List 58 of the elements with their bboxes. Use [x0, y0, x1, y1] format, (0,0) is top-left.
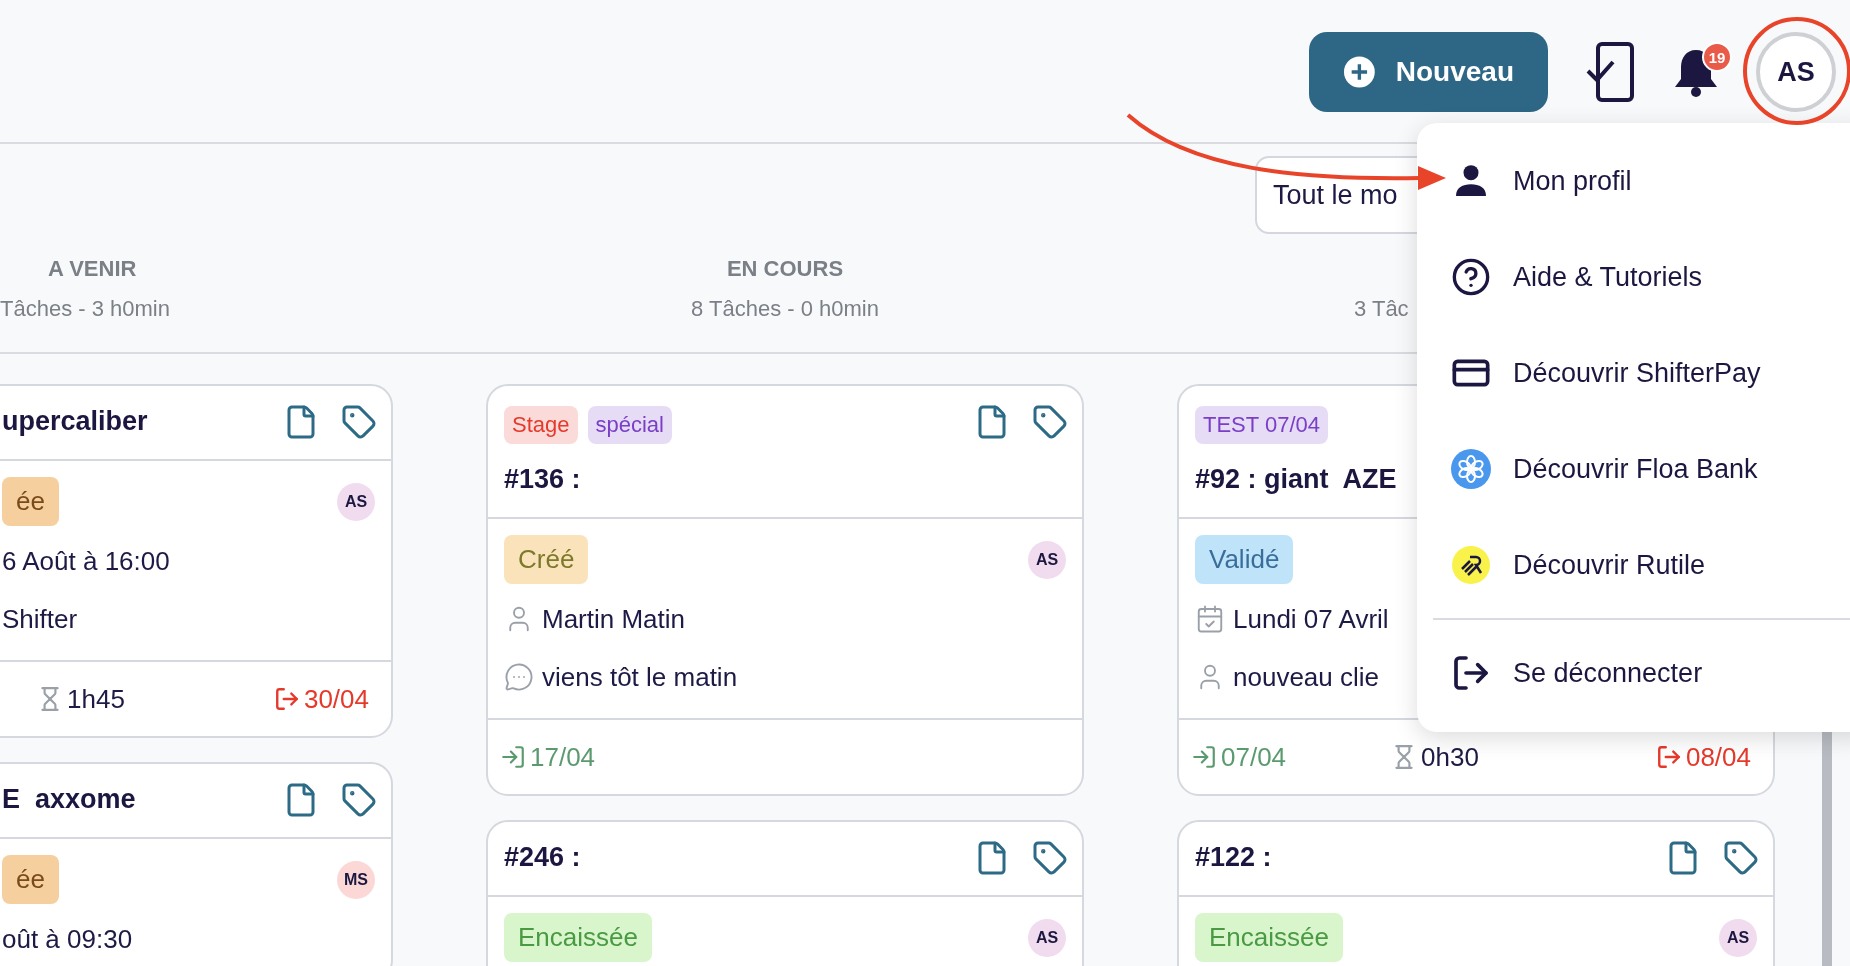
- menu-item[interactable]: Découvrir ShifterPay: [1417, 325, 1850, 421]
- notification-count: 19: [1702, 42, 1732, 72]
- assignee-avatar: MS: [337, 860, 375, 899]
- task-detail: 6 Août à 16:00: [2, 545, 170, 577]
- status-label: Créé: [504, 535, 589, 584]
- flower-icon: [1451, 449, 1491, 489]
- tag-icon[interactable]: [1032, 840, 1068, 876]
- column-title: A VENIR: [47, 256, 137, 282]
- user-avatar[interactable]: AS: [1756, 32, 1836, 112]
- task-detail: viens tôt le matin: [542, 661, 738, 693]
- task-title: #246 :: [504, 842, 581, 873]
- chat-bubble-icon: [504, 662, 534, 692]
- tag-icon[interactable]: [341, 404, 377, 440]
- start-date: 07/04: [1221, 741, 1287, 773]
- status-label: Encaissée: [1195, 913, 1343, 962]
- column-summary: Tâches - 3 h0min: [0, 296, 170, 322]
- tag-label: spécial: [587, 406, 672, 444]
- stripes-logo-icon: [1451, 545, 1491, 585]
- menu-item[interactable]: Découvrir Floa Bank: [1417, 421, 1850, 517]
- duration: 1h45: [67, 683, 125, 715]
- tag-label: TEST 07/04: [1195, 406, 1328, 444]
- task-detail: nouveau clie: [1233, 661, 1379, 693]
- task-title: #92 : giant AZE: [1195, 464, 1397, 495]
- column-title: EN COURS: [726, 256, 844, 282]
- help-icon: [1451, 257, 1491, 297]
- tag-icon[interactable]: [1032, 404, 1068, 440]
- assignee-avatar: AS: [1719, 918, 1757, 957]
- tag-label: Stage: [504, 406, 578, 444]
- assignee-avatar: AS: [337, 482, 375, 521]
- menu-item[interactable]: Découvrir Rutile: [1417, 517, 1850, 613]
- status-label: ée: [2, 855, 59, 904]
- task-title: #136 :: [504, 464, 582, 495]
- status-label: Encaissée: [504, 913, 652, 962]
- assignee-avatar: AS: [1028, 918, 1066, 957]
- column-summary: 3 Tâc: [1353, 296, 1409, 322]
- plus-icon: [1343, 55, 1376, 89]
- column-summary: 8 Tâches - 0 h0min: [691, 296, 879, 322]
- logout-icon: [1451, 653, 1491, 693]
- tag-icon[interactable]: [1723, 840, 1759, 876]
- scrollbar[interactable]: [1822, 732, 1832, 966]
- start-date: 17/04: [530, 741, 596, 773]
- status-label: ée: [2, 477, 59, 526]
- task-detail: oût à 09:30: [2, 923, 133, 955]
- status-label: Validé: [1195, 535, 1294, 584]
- end-date: 08/04: [1685, 741, 1751, 773]
- tag-icon[interactable]: [341, 782, 377, 818]
- calendar-icon: [1195, 604, 1225, 634]
- task-detail: Martin Matin: [542, 603, 686, 635]
- end-date: 30/04: [303, 683, 369, 715]
- task-detail: Shifter: [2, 603, 78, 635]
- new-button[interactable]: Nouveau: [1309, 32, 1548, 112]
- task-title: #122 :: [1195, 842, 1272, 873]
- assignee-avatar: AS: [1028, 540, 1066, 579]
- task-detail: Lundi 07 Avril: [1233, 603, 1389, 635]
- menu-item[interactable]: Se déconnecter: [1417, 625, 1850, 721]
- task-title: upercaliber: [2, 406, 148, 437]
- duration: 0h30: [1421, 741, 1479, 773]
- task-title: E axxome: [2, 784, 136, 815]
